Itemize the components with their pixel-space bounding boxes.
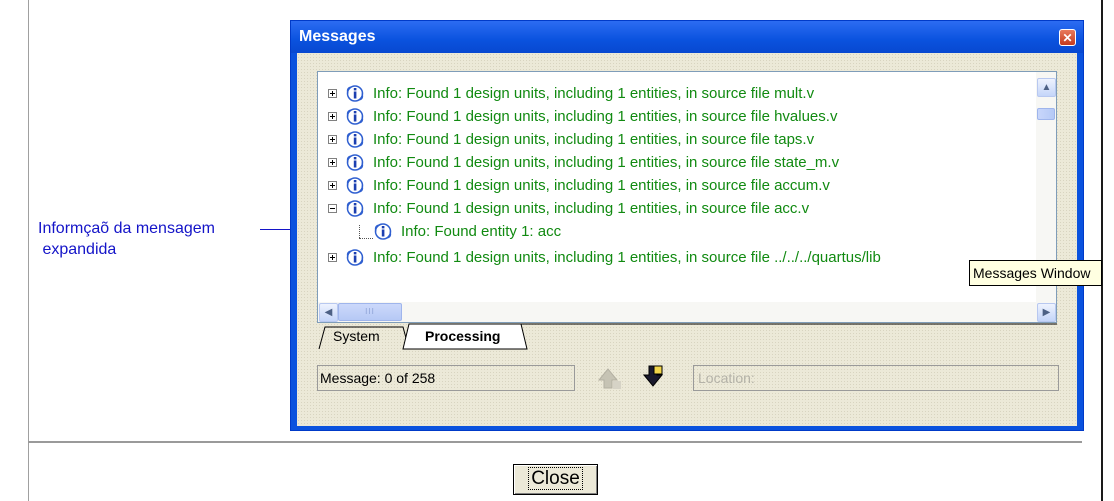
messages-window: Messages ✕ Info: Found 1 design units, i… bbox=[290, 20, 1084, 431]
info-icon bbox=[345, 176, 364, 194]
message-text: Info: Found 1 design units, including 1 … bbox=[373, 84, 815, 102]
left-border-line bbox=[28, 0, 29, 501]
annotation-label: Informçaõ da mensagem expandida bbox=[38, 220, 215, 258]
tree-connector-line bbox=[359, 238, 373, 239]
expand-icon[interactable] bbox=[328, 180, 337, 190]
scroll-up-button[interactable]: ▲ bbox=[1037, 78, 1056, 97]
message-count-field: Message: 0 of 258 bbox=[317, 365, 575, 391]
tab-system[interactable]: System bbox=[321, 325, 390, 347]
message-text: Info: Found 1 design units, including 1 … bbox=[373, 130, 815, 148]
message-text: Info: Found entity 1: acc bbox=[401, 222, 562, 240]
tree-connector-line bbox=[359, 225, 360, 238]
right-border-line bbox=[1101, 0, 1103, 501]
next-message-icon bbox=[642, 365, 664, 387]
message-text: Info: Found 1 design units, including 1 … bbox=[373, 248, 881, 266]
messages-window-tooltip: Messages Window bbox=[969, 260, 1102, 286]
expand-icon[interactable] bbox=[328, 88, 337, 98]
message-row[interactable]: Info: Found 1 design units, including 1 … bbox=[328, 246, 881, 268]
scroll-right-button[interactable]: ▶ bbox=[1037, 303, 1056, 322]
horizontal-scroll-thumb[interactable]: III bbox=[338, 303, 402, 321]
message-row[interactable]: Info: Found 1 design units, including 1 … bbox=[328, 105, 837, 127]
close-button-label: Close bbox=[528, 467, 583, 490]
tab-strip: System Processing bbox=[317, 323, 1057, 355]
message-row[interactable]: Info: Found 1 design units, including 1 … bbox=[328, 151, 839, 173]
window-client-area: Info: Found 1 design units, including 1 … bbox=[297, 53, 1077, 426]
expand-icon[interactable] bbox=[328, 134, 337, 144]
tab-processing[interactable]: Processing bbox=[413, 324, 512, 348]
message-text: Info: Found 1 design units, including 1 … bbox=[373, 199, 810, 217]
message-row[interactable]: Info: Found 1 design units, including 1 … bbox=[328, 82, 814, 104]
window-titlebar[interactable]: Messages ✕ bbox=[291, 21, 1083, 53]
previous-message-button[interactable] bbox=[591, 365, 625, 393]
info-icon bbox=[345, 199, 364, 217]
previous-message-icon bbox=[597, 368, 621, 389]
info-icon bbox=[345, 107, 364, 125]
window-close-icon[interactable]: ✕ bbox=[1059, 29, 1076, 46]
vertical-scroll-thumb[interactable] bbox=[1037, 108, 1055, 120]
next-message-button[interactable] bbox=[637, 363, 669, 391]
message-row[interactable]: Info: Found 1 design units, including 1 … bbox=[328, 174, 830, 196]
message-row[interactable]: Info: Found entity 1: acc bbox=[373, 220, 561, 242]
window-title: Messages bbox=[299, 28, 376, 45]
message-row[interactable]: Info: Found 1 design units, including 1 … bbox=[328, 197, 809, 219]
info-icon bbox=[345, 248, 364, 266]
horizontal-scrollbar[interactable]: ◀ III ▶ bbox=[318, 302, 1056, 322]
info-icon bbox=[373, 222, 392, 240]
info-icon bbox=[345, 84, 364, 102]
scroll-left-button[interactable]: ◀ bbox=[319, 303, 338, 322]
expand-icon[interactable] bbox=[328, 157, 337, 167]
message-row[interactable]: Info: Found 1 design units, including 1 … bbox=[328, 128, 814, 150]
message-text: Info: Found 1 design units, including 1 … bbox=[373, 107, 838, 125]
close-button[interactable]: Close bbox=[513, 464, 598, 495]
info-icon bbox=[345, 130, 364, 148]
expand-icon[interactable] bbox=[328, 111, 337, 121]
separator-line bbox=[28, 441, 1082, 443]
collapse-icon[interactable] bbox=[328, 203, 337, 213]
messages-list[interactable]: Info: Found 1 design units, including 1 … bbox=[317, 71, 1057, 323]
expand-icon[interactable] bbox=[328, 252, 337, 262]
message-text: Info: Found 1 design units, including 1 … bbox=[373, 176, 830, 194]
info-icon bbox=[345, 153, 364, 171]
location-field[interactable]: Location: bbox=[693, 365, 1059, 391]
message-text: Info: Found 1 design units, including 1 … bbox=[373, 153, 840, 171]
